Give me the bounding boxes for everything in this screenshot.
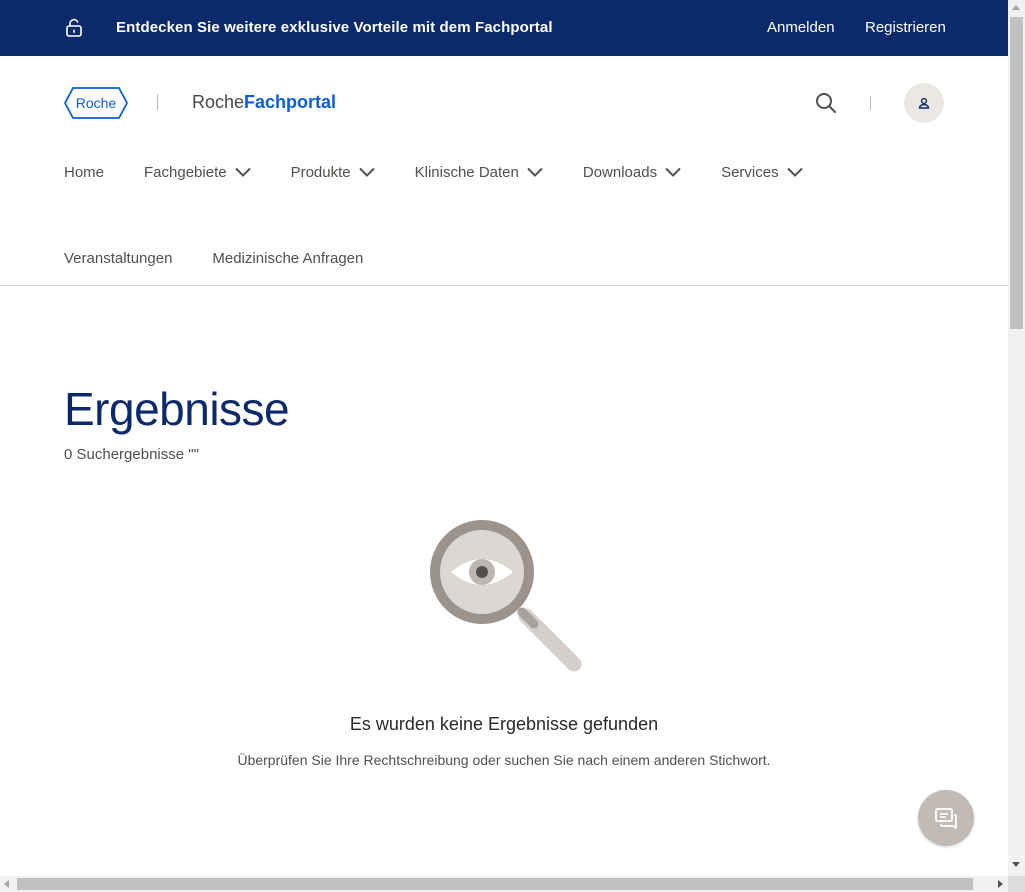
- nav-label: Produkte: [290, 163, 351, 181]
- user-icon: [918, 97, 930, 109]
- page-title: Ergebnisse: [64, 383, 290, 435]
- logo-text: Roche: [76, 95, 117, 111]
- page-viewport: Entdecken Sie weitere exklusive Vorteile…: [0, 0, 1008, 876]
- nav-label: Downloads: [582, 163, 658, 181]
- chevron-down-icon: [786, 167, 803, 177]
- nav-item-services[interactable]: Services: [721, 160, 803, 184]
- chat-icon: [935, 808, 957, 829]
- horizontal-scrollbar[interactable]: [0, 876, 1008, 892]
- logo-divider: [157, 94, 158, 110]
- empty-state-hint: Überprüfen Sie Ihre Rechtschreibung oder…: [237, 752, 771, 768]
- chevron-down-icon: [358, 167, 375, 177]
- nav-item-fachgebiete[interactable]: Fachgebiete: [144, 160, 251, 184]
- nav-label: Fachgebiete: [144, 163, 227, 181]
- unlock-icon: [66, 18, 82, 37]
- register-link[interactable]: Registrieren: [865, 19, 946, 36]
- portal-prefix: Roche: [192, 92, 245, 112]
- chevron-down-icon: [234, 167, 251, 177]
- nav-item-medizinische-anfragen[interactable]: Medizinische Anfragen: [212, 250, 363, 267]
- nav-item-home[interactable]: Home: [64, 160, 104, 184]
- scroll-down-arrow[interactable]: [1012, 862, 1020, 867]
- site-header: Roche RocheFachportal Home Fachgebiete P…: [0, 56, 1008, 286]
- horizontal-scroll-thumb[interactable]: [17, 878, 973, 890]
- magnifier-eye-icon: [430, 520, 582, 672]
- login-link[interactable]: Anmelden: [767, 19, 835, 36]
- chat-button[interactable]: [918, 790, 974, 846]
- result-count: 0 Suchergebnisse "": [64, 446, 199, 463]
- vertical-scroll-thumb[interactable]: [1010, 17, 1023, 329]
- nav-item-downloads[interactable]: Downloads: [583, 160, 681, 184]
- nav-label: Services: [721, 163, 779, 181]
- chevron-down-icon: [527, 167, 543, 177]
- empty-state-title: Es wurden keine Ergebnisse gefunden: [349, 714, 659, 734]
- header-divider: [870, 96, 871, 110]
- vertical-scrollbar[interactable]: [1008, 0, 1025, 876]
- main-nav: Home Fachgebiete Produkte Klinische Date…: [64, 160, 843, 184]
- chevron-down-icon: [665, 167, 681, 177]
- nav-item-veranstaltungen[interactable]: Veranstaltungen: [64, 250, 172, 267]
- nav-label: Klinische Daten: [414, 163, 519, 181]
- nav-item-produkte[interactable]: Produkte: [291, 160, 375, 184]
- user-account-button[interactable]: [904, 83, 944, 123]
- scroll-left-arrow[interactable]: [4, 880, 9, 888]
- roche-logo[interactable]: Roche: [64, 86, 128, 120]
- scroll-right-arrow[interactable]: [998, 880, 1003, 888]
- secondary-nav: Veranstaltungen Medizinische Anfragen: [64, 250, 403, 267]
- nav-label: Veranstaltungen: [64, 250, 173, 267]
- nav-label: Medizinische Anfragen: [212, 250, 364, 267]
- top-banner: Entdecken Sie weitere exklusive Vorteile…: [0, 0, 1008, 56]
- portal-title[interactable]: RocheFachportal: [192, 92, 336, 113]
- nav-item-klinische-daten[interactable]: Klinische Daten: [415, 160, 543, 184]
- banner-message: Entdecken Sie weitere exklusive Vorteile…: [116, 19, 553, 36]
- scrollbar-corner: [1008, 876, 1025, 892]
- search-icon[interactable]: [814, 91, 838, 115]
- scroll-up-arrow[interactable]: [1012, 5, 1020, 10]
- portal-brand: Fachportal: [244, 92, 337, 112]
- nav-label: Home: [64, 163, 105, 181]
